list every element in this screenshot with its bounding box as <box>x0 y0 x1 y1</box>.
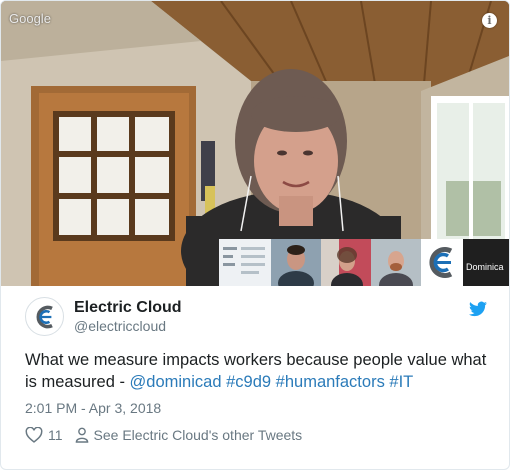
person-icon <box>75 427 88 443</box>
google-watermark: Google <box>9 11 51 26</box>
participant-name-label: Dominica <box>466 262 504 272</box>
tweet-actions: 11 See Electric Cloud's other Tweets <box>25 427 302 443</box>
participant-tile-2[interactable] <box>271 239 321 286</box>
like-count[interactable]: 11 <box>48 427 63 443</box>
electric-cloud-logo-icon <box>429 247 453 278</box>
participant-tile-4[interactable] <box>371 239 421 286</box>
participant-tile-3[interactable] <box>321 239 371 286</box>
participant-tile-dominica[interactable]: Dominica <box>463 239 509 286</box>
participant-tile-screen[interactable] <box>219 239 271 286</box>
participant-3-video <box>321 239 371 286</box>
tweet-text: What we measure impacts workers because … <box>25 349 495 393</box>
info-icon[interactable]: i <box>482 13 497 28</box>
avatar[interactable] <box>25 297 64 336</box>
author-display-name[interactable]: Electric Cloud <box>74 298 182 317</box>
mention-link[interactable]: @dominicad <box>130 373 222 391</box>
shared-screen-thumbnail <box>223 247 265 274</box>
participant-4-video <box>371 239 421 286</box>
tweet-timestamp[interactable]: 2:01 PM - Apr 3, 2018 <box>25 400 161 416</box>
video-still[interactable]: Google i Dominica <box>1 1 509 286</box>
hashtag-link[interactable]: #humanfactors <box>276 373 385 391</box>
other-tweets-link[interactable]: See Electric Cloud's other Tweets <box>94 427 303 443</box>
participant-strip: Dominica <box>219 239 509 286</box>
tweet-card: Google i Dominica Electric Cloud @electr… <box>0 0 510 470</box>
electric-cloud-logo-icon <box>36 305 53 328</box>
hashtag-link[interactable]: #IT <box>389 373 413 391</box>
heart-icon[interactable] <box>25 427 43 443</box>
participant-2-video <box>271 239 321 286</box>
participant-tile-logo[interactable] <box>421 239 463 286</box>
hashtag-link[interactable]: #c9d9 <box>226 373 271 391</box>
twitter-bird-icon[interactable] <box>469 301 487 317</box>
author-handle[interactable]: @electriccloud <box>74 317 182 335</box>
tweet-author[interactable]: Electric Cloud @electriccloud <box>25 297 182 336</box>
